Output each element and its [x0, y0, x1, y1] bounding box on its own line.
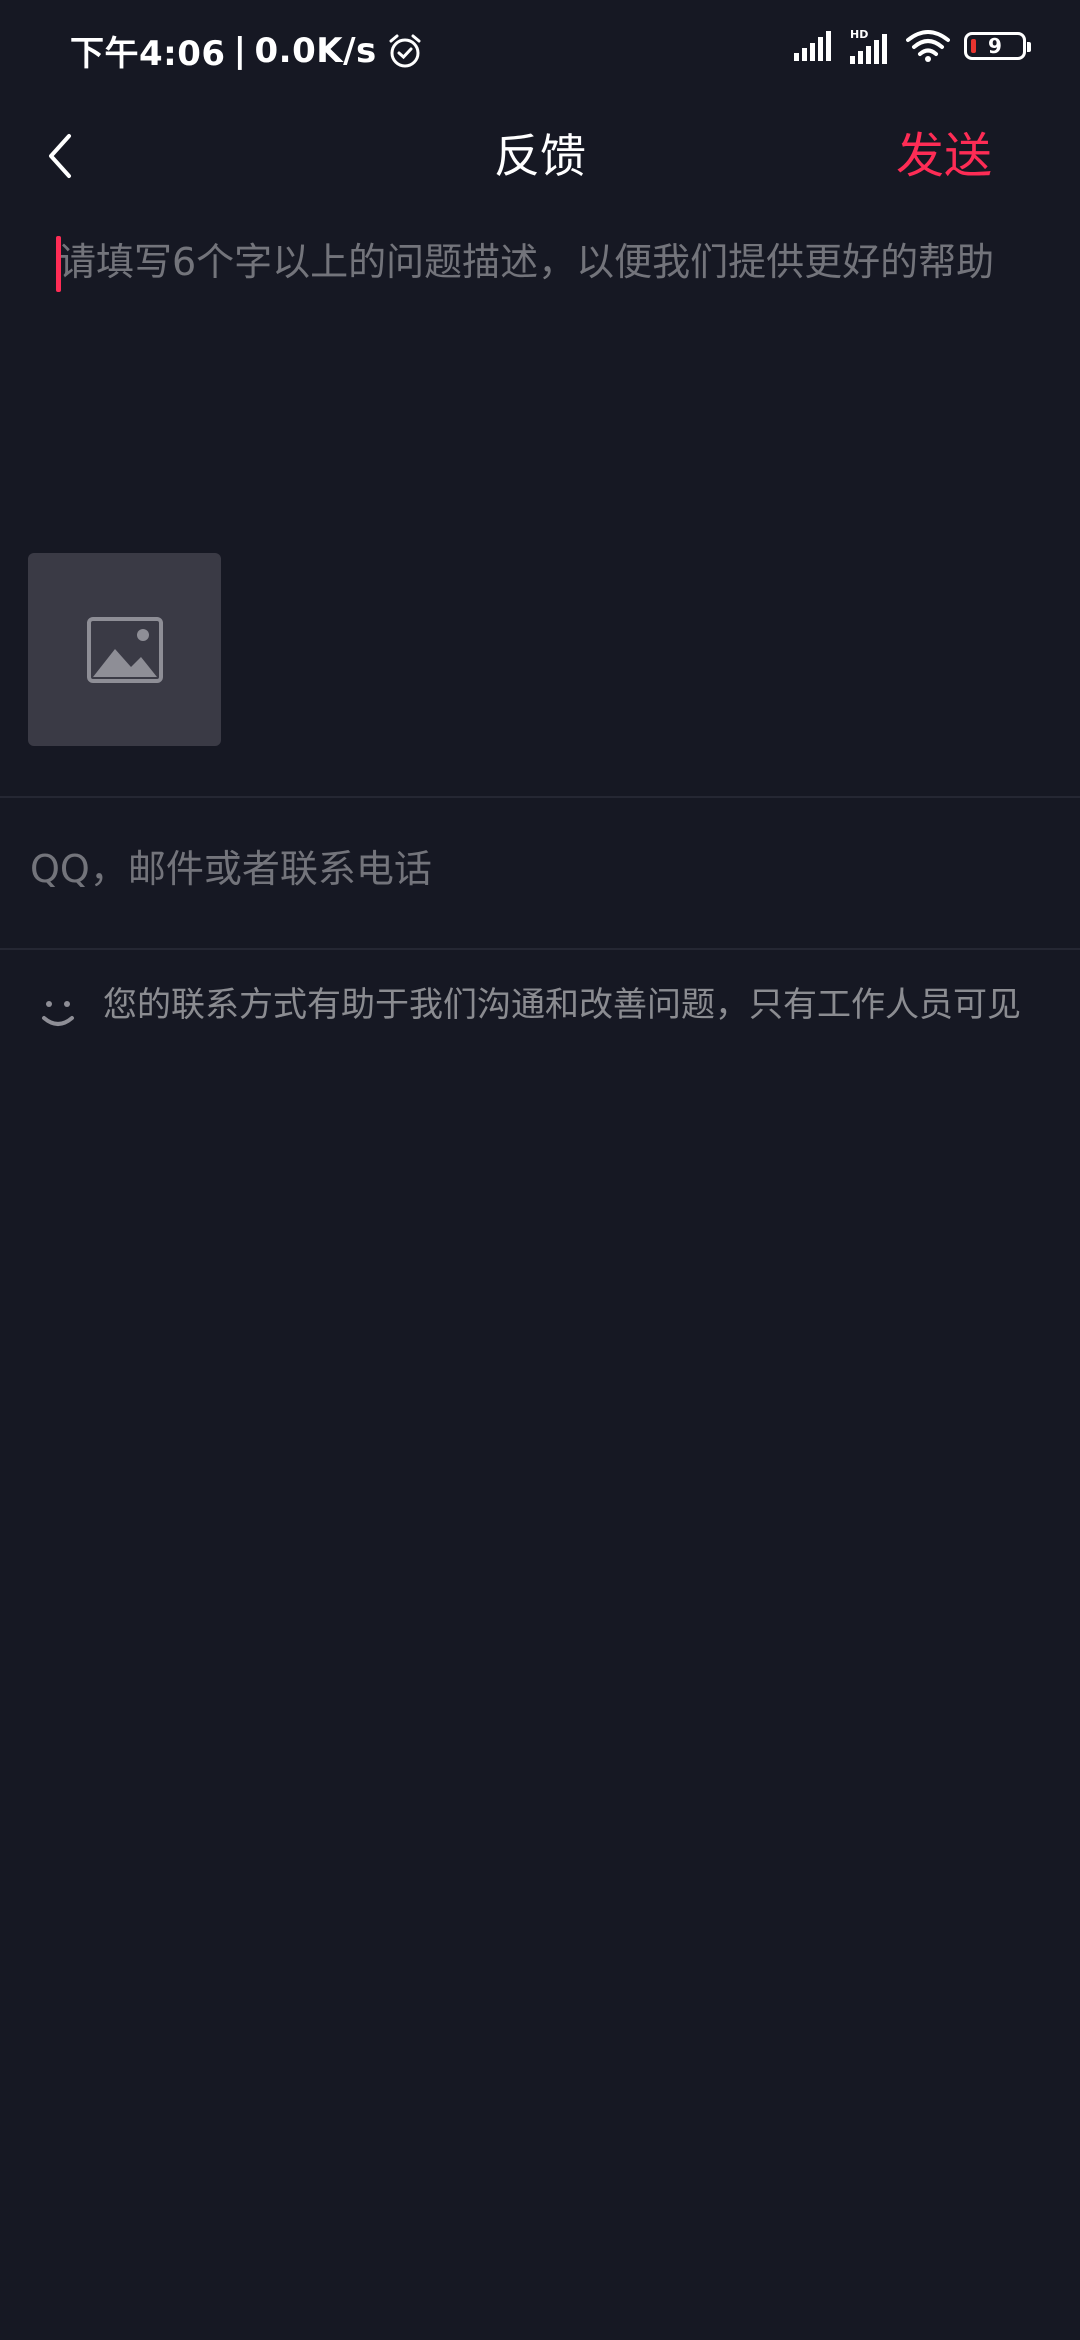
- text-cursor: [56, 236, 61, 292]
- wifi-icon: [906, 30, 950, 62]
- send-button[interactable]: 发送: [896, 96, 992, 216]
- feedback-screen: 下午4:06 | 0.0K/s HD 9 反馈 发送 请填写6个字以上的问题描述…: [0, 0, 1080, 2340]
- contact-placeholder: QQ，邮件或者联系电话: [30, 847, 432, 891]
- add-image-button[interactable]: [28, 553, 221, 746]
- status-time: 下午4:06: [70, 34, 226, 74]
- hint-text: 您的联系方式有助于我们沟通和改善问题，只有工作人员可见: [103, 985, 1021, 1025]
- description-textarea[interactable]: 请填写6个字以上的问题描述，以便我们提供更好的帮助: [56, 234, 1026, 494]
- battery-indicator: 9: [964, 32, 1031, 60]
- nav-bar: 反馈 发送: [0, 96, 1080, 216]
- cell-signal-icon: [794, 31, 831, 61]
- status-separator: |: [233, 30, 247, 71]
- network-speed: 0.0K/s: [254, 30, 377, 71]
- contact-input[interactable]: QQ，邮件或者联系电话: [0, 798, 1080, 948]
- back-button[interactable]: [30, 126, 90, 186]
- cell-signal-hd-icon: HD: [850, 28, 887, 64]
- divider-bottom: [0, 948, 1080, 950]
- chevron-left-icon: [49, 134, 71, 178]
- status-right: HD 9: [794, 28, 1031, 64]
- image-placeholder-icon: [86, 616, 163, 683]
- description-placeholder: 请填写6个字以上的问题描述，以便我们提供更好的帮助: [58, 240, 995, 284]
- smile-icon: [42, 1001, 74, 1026]
- battery-level-fill: [971, 39, 976, 53]
- battery-level-text: 9: [988, 34, 1002, 58]
- status-left: 下午4:06 | 0.0K/s: [70, 26, 423, 75]
- alarm-clock-icon: [389, 34, 421, 67]
- status-bar: 下午4:06 | 0.0K/s HD 9: [0, 0, 1080, 96]
- hd-badge: HD: [850, 28, 868, 41]
